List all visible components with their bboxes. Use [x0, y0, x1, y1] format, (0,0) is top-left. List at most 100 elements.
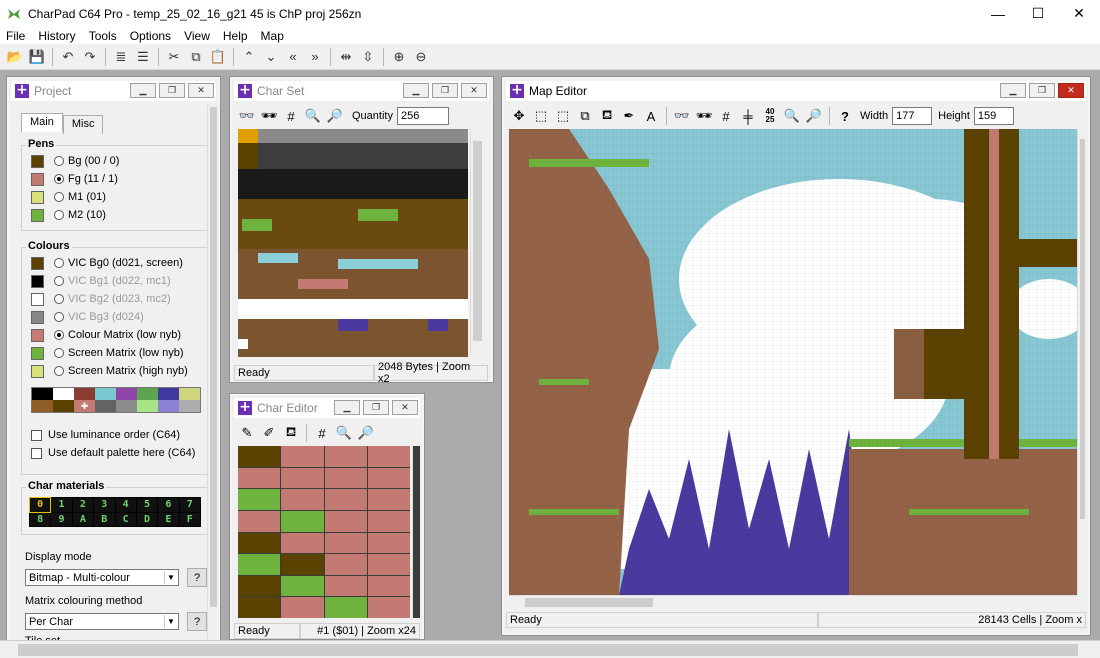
char-pixel[interactable] [281, 532, 324, 554]
help-icon[interactable]: ? [834, 106, 856, 126]
minimize-icon[interactable]: ▁ [130, 83, 156, 98]
palette-colour[interactable] [179, 388, 200, 400]
zoom-in-icon[interactable]: 🔎 [355, 423, 377, 443]
flip-horizontal-icon[interactable]: ⇹ [335, 46, 357, 68]
char-pixel[interactable] [324, 532, 367, 554]
pen-bg-radio[interactable] [54, 156, 64, 166]
palette-colour[interactable] [53, 400, 74, 412]
zoom-out-icon[interactable]: 🔍 [781, 106, 803, 126]
pen-fg[interactable]: Fg (11 / 1) [31, 171, 118, 187]
tile-grid-icon[interactable]: ╪ [737, 106, 759, 126]
palette-colour[interactable] [74, 388, 95, 400]
pen-m1[interactable]: M1 (01) [31, 189, 106, 205]
char-material-cell[interactable]: 3 [94, 498, 115, 512]
palette-colour[interactable] [53, 388, 74, 400]
eyedropper-icon[interactable]: ✒ [618, 106, 640, 126]
char-pixel[interactable] [324, 575, 367, 597]
select-icon[interactable]: ⬚ [530, 106, 552, 126]
screen-matrix-high[interactable]: Screen Matrix (high nyb) [31, 363, 188, 379]
cut-icon[interactable]: ✂ [163, 46, 185, 68]
shift-down-icon[interactable]: ⌄ [260, 46, 282, 68]
palette-colour[interactable] [137, 388, 158, 400]
chevron-down-icon[interactable]: ▼ [164, 615, 177, 628]
palette-colour[interactable] [158, 400, 179, 412]
char-pixel[interactable] [281, 554, 324, 575]
glasses-outline-icon[interactable]: 👓 [671, 106, 693, 126]
matrix-method-help-button[interactable]: ? [187, 612, 207, 631]
char-pixel[interactable] [238, 467, 281, 489]
char-pixel[interactable] [324, 446, 367, 467]
lines-icon[interactable]: ≣ [110, 46, 132, 68]
minimize-button[interactable]: — [976, 0, 1020, 27]
colour-vic-bg0[interactable]: VIC Bg0 (d021, screen) [31, 255, 183, 271]
menu-options[interactable]: Options [124, 29, 178, 43]
paste-icon[interactable]: 📋 [207, 46, 229, 68]
chevron-down-icon[interactable]: ▼ [164, 571, 177, 584]
pen-bg-swatch[interactable] [31, 154, 44, 168]
char-pixel[interactable] [367, 597, 410, 618]
char-material-cell[interactable]: A [72, 512, 94, 526]
char-pixel[interactable] [281, 446, 324, 467]
char-pixel[interactable] [367, 575, 410, 597]
pen-m2-swatch[interactable] [31, 208, 44, 222]
menu-file[interactable]: File [0, 29, 32, 43]
move-icon[interactable]: ✥ [508, 106, 530, 126]
grid-icon[interactable]: # [715, 106, 737, 126]
tab-misc[interactable]: Misc [62, 115, 104, 134]
char-material-cell[interactable]: 2 [72, 498, 94, 512]
colour-radio[interactable] [54, 348, 64, 358]
char-pixel[interactable] [367, 446, 410, 467]
zoom-in-icon[interactable]: 🔎 [324, 106, 346, 126]
char-pixel[interactable] [238, 597, 281, 618]
default-palette-checkbox-row[interactable]: Use default palette here (C64) [31, 445, 195, 461]
text-tool-icon[interactable]: A [640, 106, 662, 126]
char-pixel[interactable] [367, 554, 410, 575]
scrollbar-thumb[interactable] [473, 141, 482, 341]
char-pixel[interactable] [238, 554, 281, 575]
luminance-order-checkbox[interactable] [31, 429, 42, 441]
char-pixel[interactable] [367, 467, 410, 489]
close-icon[interactable]: ✕ [392, 400, 418, 415]
select-multi-icon[interactable]: ⧉ [574, 106, 596, 126]
pen-m1-swatch[interactable] [31, 190, 44, 204]
char-pixel[interactable] [367, 510, 410, 532]
char-material-cell[interactable]: 9 [51, 512, 72, 526]
menu-history[interactable]: History [32, 29, 82, 43]
char-material-cell[interactable]: B [94, 512, 115, 526]
char-pixel[interactable] [324, 597, 367, 618]
colour-swatch[interactable] [31, 364, 44, 378]
menu-help[interactable]: Help [217, 29, 255, 43]
palette-colour[interactable] [95, 400, 116, 412]
fill-bucket-icon[interactable]: ⛾ [280, 423, 302, 443]
screen-40x25-icon[interactable]: 40 25 [759, 106, 781, 126]
redo-icon[interactable]: ↷ [79, 46, 101, 68]
menu-tools[interactable]: Tools [83, 29, 124, 43]
pen-m2-radio[interactable] [54, 210, 64, 220]
grid-icon[interactable]: # [311, 423, 333, 443]
pencil-icon[interactable]: ✎ [236, 423, 258, 443]
char-pixel[interactable] [238, 575, 281, 597]
char-pixel[interactable] [281, 510, 324, 532]
maximize-button[interactable]: ☐ [1016, 0, 1060, 27]
save-icon[interactable]: 💾 [26, 46, 48, 68]
char-material-cell[interactable]: E [158, 512, 179, 526]
colour-swatch[interactable] [31, 256, 44, 270]
char-material-cell[interactable]: 0 [28, 497, 52, 513]
zoom-in-icon[interactable]: 🔎 [803, 106, 825, 126]
char-material-cell[interactable]: 7 [179, 498, 200, 512]
colour-swatch[interactable] [31, 346, 44, 360]
open-icon[interactable]: 📂 [4, 46, 26, 68]
fill-bucket-icon[interactable]: ⛾ [596, 106, 618, 126]
glasses-solid-icon[interactable]: 🕶 [693, 106, 715, 126]
colour-matrix-low[interactable]: Colour Matrix (low nyb) [31, 327, 181, 343]
palette-colour[interactable] [32, 400, 53, 412]
restore-icon[interactable]: ❐ [432, 83, 458, 98]
insert-icon[interactable]: ⊕ [388, 46, 410, 68]
char-pixel[interactable] [238, 510, 281, 532]
palette-colour[interactable] [179, 400, 200, 412]
char-pixel[interactable] [281, 575, 324, 597]
palette-colour[interactable] [116, 400, 137, 412]
char-pixel[interactable] [324, 467, 367, 489]
char-pixel[interactable] [367, 532, 410, 554]
shift-up-icon[interactable]: ⌃ [238, 46, 260, 68]
